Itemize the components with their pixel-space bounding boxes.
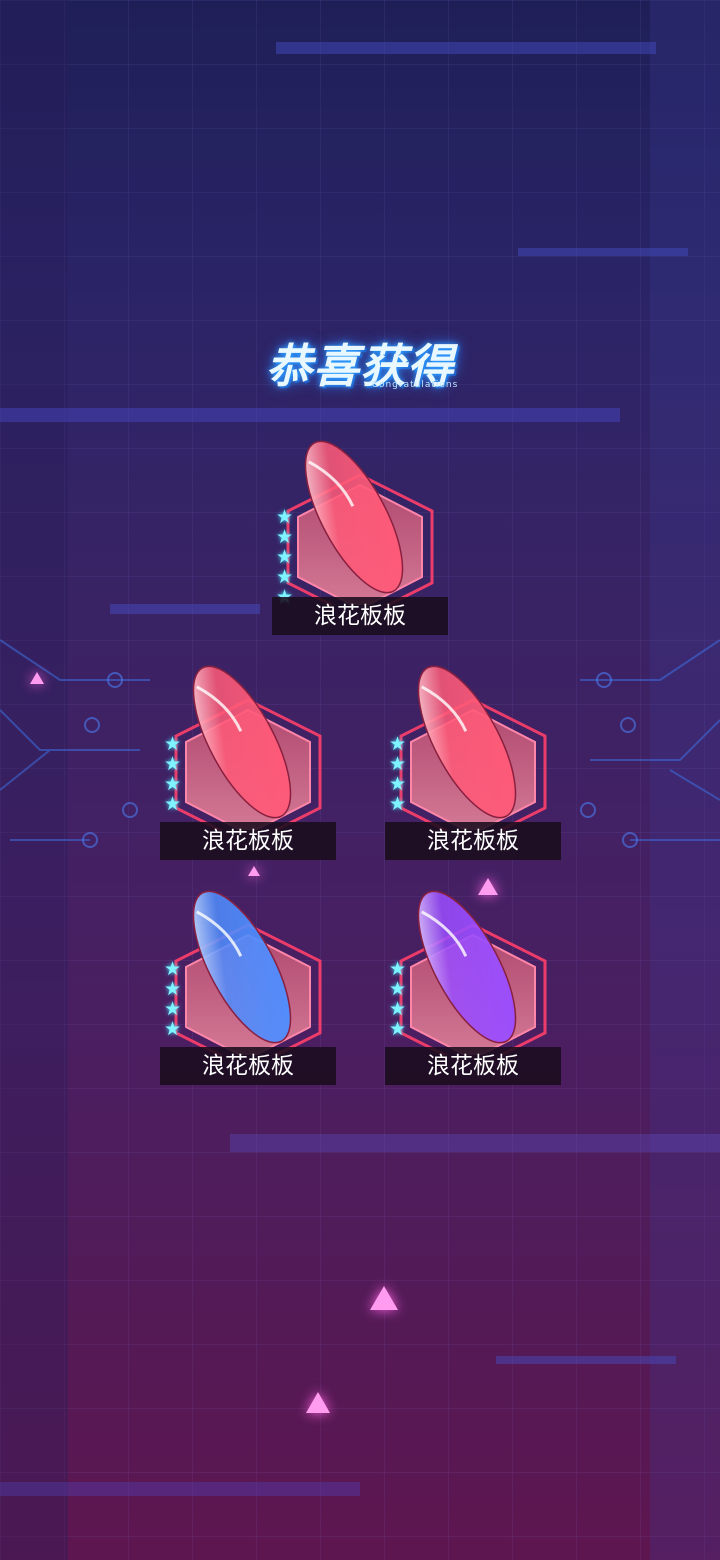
triangle-particle (30, 672, 44, 684)
reward-item[interactable]: ★ ★ ★ ★ 浪花板板 (160, 875, 336, 1089)
star-icon: ★ (389, 773, 407, 795)
surfboard-item-icon (399, 890, 547, 1055)
star-rating: ★ ★ ★ ★ (389, 959, 411, 1039)
star-rating: ★ ★ ★ ★ (389, 734, 411, 814)
light-streak (230, 1134, 720, 1152)
triangle-particle (370, 1286, 398, 1310)
star-icon: ★ (164, 793, 182, 815)
item-name-label: 浪花板板 (272, 597, 448, 635)
star-icon: ★ (389, 998, 407, 1020)
surfboard-item-icon (399, 665, 547, 830)
star-icon: ★ (276, 546, 294, 568)
reward-item[interactable]: ★ ★ ★ ★ 浪花板板 (385, 875, 561, 1089)
light-streak (496, 1356, 676, 1364)
star-icon: ★ (276, 526, 294, 548)
star-icon: ★ (164, 773, 182, 795)
star-icon: ★ (389, 978, 407, 1000)
star-rating: ★★★★★ (276, 507, 298, 607)
reward-item[interactable]: ★ ★ ★ ★ 浪花板板 (385, 650, 561, 864)
star-icon: ★ (164, 978, 182, 1000)
light-streak (518, 248, 688, 256)
circuit-decoration (0, 639, 720, 848)
item-name-label: 浪花板板 (160, 1047, 336, 1085)
star-icon: ★ (389, 958, 407, 980)
star-icon: ★ (164, 958, 182, 980)
surfboard-item-icon (174, 890, 322, 1055)
reward-item[interactable]: ★ ★ ★ ★ 浪花板板 (160, 650, 336, 864)
item-name-label: 浪花板板 (160, 822, 336, 860)
star-icon: ★ (389, 793, 407, 815)
star-icon: ★ (164, 733, 182, 755)
item-name-label: 浪花板板 (385, 1047, 561, 1085)
star-icon: ★ (164, 753, 182, 775)
star-icon: ★ (389, 1018, 407, 1040)
star-icon: ★ (164, 998, 182, 1020)
light-streak (0, 1482, 360, 1496)
star-icon: ★ (389, 753, 407, 775)
star-icon: ★ (276, 566, 294, 588)
surfboard-item-icon (286, 440, 434, 605)
item-name-label: 浪花板板 (385, 822, 561, 860)
congratulations-banner: 恭喜获得 Congratulations (240, 330, 480, 400)
star-rating: ★ ★ ★ ★ (164, 734, 186, 814)
surfboard-item-icon (174, 665, 322, 830)
triangle-particle (306, 1392, 330, 1413)
star-icon: ★ (164, 1018, 182, 1040)
light-streak (276, 42, 656, 54)
banner-subtitle: Congratulations (371, 380, 459, 390)
reward-screen[interactable]: 恭喜获得 Congratulations ★★★★★浪花板板★★★★浪花板板★★… (0, 0, 720, 1560)
light-streak (0, 408, 620, 422)
star-icon: ★ (276, 506, 294, 528)
star-rating: ★ ★ ★ ★ (164, 959, 186, 1039)
reward-item[interactable]: ★★★★★浪花板板 (272, 425, 448, 639)
star-icon: ★ (389, 733, 407, 755)
